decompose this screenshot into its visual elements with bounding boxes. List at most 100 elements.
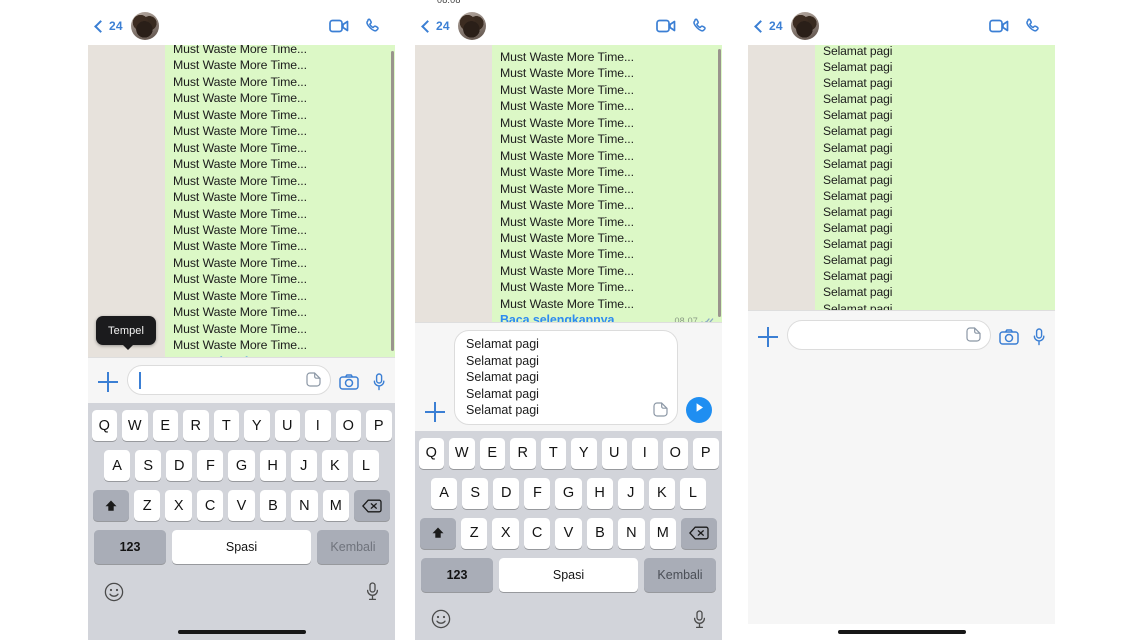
key-q[interactable]: Q xyxy=(418,437,444,469)
shift-arrow-icon[interactable] xyxy=(420,517,457,549)
key-u[interactable]: U xyxy=(274,410,300,441)
voice-call-icon[interactable] xyxy=(1025,18,1041,34)
sticker-icon[interactable] xyxy=(653,401,668,417)
key-j[interactable]: J xyxy=(617,477,644,509)
key-m[interactable]: M xyxy=(322,490,349,521)
voice-call-icon[interactable] xyxy=(365,18,381,34)
sticker-icon[interactable] xyxy=(306,372,321,387)
key-h[interactable]: H xyxy=(586,477,613,509)
emoji-smiley-icon[interactable] xyxy=(104,582,124,607)
key-c[interactable]: C xyxy=(523,517,551,549)
microphone-icon[interactable] xyxy=(1033,327,1045,346)
video-call-icon[interactable] xyxy=(329,19,349,33)
key-e[interactable]: E xyxy=(479,437,505,469)
back-button[interactable]: 24 xyxy=(421,19,450,33)
emoji-smiley-icon[interactable] xyxy=(431,609,451,634)
dictation-microphone-icon[interactable] xyxy=(366,582,379,606)
key-w[interactable]: W xyxy=(449,437,475,469)
video-call-icon[interactable] xyxy=(989,19,1009,33)
conversation-area[interactable]: Selamat pagi Selamat pagi Selamat pagi Sela… xyxy=(748,45,1055,310)
attach-plus-icon[interactable] xyxy=(424,401,446,423)
message-input-field[interactable] xyxy=(127,365,331,395)
key-t[interactable]: T xyxy=(213,410,239,441)
key-e[interactable]: E xyxy=(152,410,178,441)
key-z[interactable]: Z xyxy=(134,490,161,521)
key-v[interactable]: V xyxy=(555,517,582,549)
key-s[interactable]: S xyxy=(135,450,162,481)
key-b[interactable]: B xyxy=(586,517,614,549)
key-s[interactable]: S xyxy=(462,477,489,509)
key-k[interactable]: K xyxy=(321,450,348,481)
key-r[interactable]: R xyxy=(183,410,209,441)
key-f[interactable]: F xyxy=(524,477,551,509)
key-f[interactable]: F xyxy=(197,450,224,481)
key-g[interactable]: G xyxy=(228,450,255,481)
numeric-key[interactable]: 123 xyxy=(421,557,493,592)
key-n[interactable]: N xyxy=(618,517,645,549)
key-a[interactable]: A xyxy=(431,477,458,509)
conversation-area[interactable]: Must Waste More Time... Must Waste More T… xyxy=(88,45,395,357)
backspace-icon[interactable] xyxy=(680,517,717,549)
key-p[interactable]: P xyxy=(693,437,719,469)
video-call-icon[interactable] xyxy=(656,19,676,33)
key-o[interactable]: O xyxy=(335,410,361,441)
contact-name[interactable] xyxy=(829,15,979,37)
read-more-link[interactable]: Baca selengkapnya xyxy=(173,355,287,357)
message-input-field[interactable]: Selamat pagi Selamat pagi Selamat pagi Sela… xyxy=(454,330,678,425)
camera-icon[interactable] xyxy=(339,374,359,390)
key-t[interactable]: T xyxy=(540,437,566,469)
outgoing-message-bubble[interactable]: Must Waste More Time... Must Waste More T… xyxy=(492,45,722,322)
key-y[interactable]: Y xyxy=(571,437,597,469)
key-u[interactable]: U xyxy=(601,437,627,469)
shift-arrow-icon[interactable] xyxy=(93,490,130,521)
avatar[interactable] xyxy=(790,12,819,40)
microphone-icon[interactable] xyxy=(373,373,385,391)
sticker-icon[interactable] xyxy=(966,326,981,342)
key-k[interactable]: K xyxy=(648,477,675,509)
key-n[interactable]: N xyxy=(291,490,318,521)
message-input-field[interactable] xyxy=(787,319,991,350)
dictation-microphone-icon[interactable] xyxy=(693,609,706,634)
send-button[interactable] xyxy=(686,396,712,423)
return-key[interactable]: Kembali xyxy=(317,530,389,564)
voice-call-icon[interactable] xyxy=(692,18,708,34)
key-w[interactable]: W xyxy=(122,410,148,441)
virtual-keyboard[interactable]: QWERTYUIOP ASDFGHJKL ZXCVBNM 123 Spasi K… xyxy=(88,403,395,640)
key-y[interactable]: Y xyxy=(244,410,270,441)
contact-name[interactable] xyxy=(169,15,319,37)
back-button[interactable]: 24 xyxy=(94,19,123,33)
scroll-indicator[interactable] xyxy=(391,51,394,351)
avatar[interactable] xyxy=(130,12,159,40)
key-i[interactable]: I xyxy=(632,437,658,469)
outgoing-message-bubble[interactable]: Selamat pagi Selamat pagi Selamat pagi Sela… xyxy=(815,45,1055,310)
key-r[interactable]: R xyxy=(510,437,536,469)
key-m[interactable]: M xyxy=(649,517,676,549)
key-l[interactable]: L xyxy=(679,477,706,509)
key-p[interactable]: P xyxy=(366,410,392,441)
key-x[interactable]: X xyxy=(492,517,519,549)
key-x[interactable]: X xyxy=(165,490,192,521)
key-d[interactable]: D xyxy=(166,450,193,481)
key-d[interactable]: D xyxy=(493,477,520,509)
key-z[interactable]: Z xyxy=(461,517,488,549)
conversation-area[interactable]: Must Waste More Time... Must Waste More T… xyxy=(415,45,722,322)
key-b[interactable]: B xyxy=(259,490,287,521)
key-l[interactable]: L xyxy=(352,450,379,481)
attach-plus-icon[interactable] xyxy=(757,326,779,348)
read-more-link[interactable]: Baca selengkapnya xyxy=(500,313,614,322)
attach-plus-icon[interactable] xyxy=(97,371,119,393)
space-key[interactable]: Spasi xyxy=(499,557,638,592)
key-a[interactable]: A xyxy=(104,450,131,481)
outgoing-message-bubble[interactable]: Must Waste More Time... Must Waste More T… xyxy=(165,45,395,357)
key-o[interactable]: O xyxy=(662,437,688,469)
key-h[interactable]: H xyxy=(259,450,286,481)
key-g[interactable]: G xyxy=(555,477,582,509)
key-v[interactable]: V xyxy=(228,490,255,521)
key-c[interactable]: C xyxy=(196,490,224,521)
contact-name[interactable] xyxy=(496,15,646,37)
backspace-icon[interactable] xyxy=(353,490,390,521)
scroll-indicator[interactable] xyxy=(718,49,721,317)
camera-icon[interactable] xyxy=(999,328,1019,345)
key-j[interactable]: J xyxy=(290,450,317,481)
space-key[interactable]: Spasi xyxy=(172,530,311,564)
